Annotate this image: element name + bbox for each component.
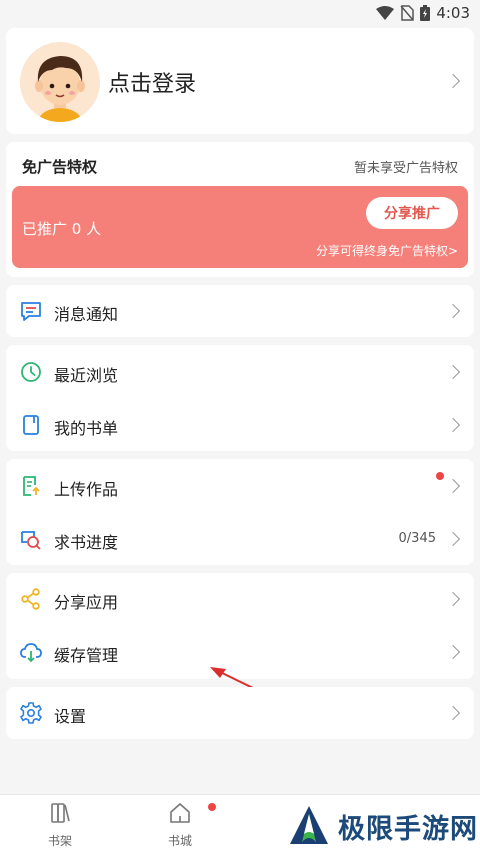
chevron-right-icon bbox=[445, 644, 461, 660]
share-icon bbox=[21, 588, 40, 610]
promo-hint-link[interactable]: 分享可得终身免广告特权> bbox=[316, 242, 458, 259]
menu-label: 消息通知 bbox=[54, 305, 119, 324]
menu-item-request-progress[interactable]: 求书进度 0/345 bbox=[6, 513, 474, 565]
message-icon bbox=[21, 302, 41, 321]
nav-label: 书城 bbox=[167, 834, 192, 848]
nav-bookstore[interactable]: 书城 bbox=[150, 801, 210, 849]
book-icon bbox=[23, 415, 39, 435]
home-icon bbox=[170, 803, 190, 823]
gear-icon bbox=[20, 702, 42, 724]
battery-icon bbox=[420, 5, 431, 21]
request-progress-value: 0/345 bbox=[398, 531, 436, 546]
ad-free-title: 免广告特权 bbox=[22, 158, 98, 176]
watermark-logo-icon bbox=[290, 805, 328, 844]
menu-item-messages[interactable]: 消息通知 bbox=[6, 285, 474, 337]
chevron-right-icon bbox=[445, 531, 461, 547]
menu-group-works: 上传作品 求书进度 0/345 bbox=[6, 459, 474, 565]
menu-label: 我的书单 bbox=[54, 419, 119, 438]
menu-label: 上传作品 bbox=[54, 480, 119, 499]
chevron-right-icon bbox=[445, 364, 461, 380]
chevron-right-icon bbox=[445, 591, 461, 607]
share-promote-button[interactable]: 分享推广 bbox=[366, 197, 458, 229]
menu-item-settings[interactable]: 设置 bbox=[6, 687, 474, 739]
status-time: 4:03 bbox=[436, 4, 470, 22]
status-bar: 4:03 bbox=[0, 0, 480, 26]
avatar[interactable] bbox=[20, 42, 100, 122]
clock-icon bbox=[21, 362, 41, 382]
profile-card[interactable]: 点击登录 bbox=[6, 28, 474, 134]
nav-label: 书架 bbox=[47, 834, 72, 848]
watermark-text: 极限手游网 bbox=[338, 814, 478, 845]
menu-item-upload[interactable]: 上传作品 bbox=[6, 460, 474, 512]
chevron-right-icon bbox=[445, 705, 461, 721]
menu-label: 最近浏览 bbox=[54, 366, 119, 385]
menu-item-recent[interactable]: 最近浏览 bbox=[6, 346, 474, 398]
ad-free-status: 暂未享受广告特权 bbox=[353, 161, 458, 176]
promo-banner[interactable]: 已推广 0 人 分享推广 分享可得终身免广告特权> bbox=[12, 186, 468, 268]
menu-group-messages: 消息通知 bbox=[6, 285, 474, 337]
bookshelf-icon bbox=[51, 803, 70, 823]
wifi-icon bbox=[376, 6, 395, 20]
cloud-download-icon bbox=[20, 643, 42, 663]
chevron-right-icon bbox=[445, 73, 461, 89]
menu-label: 求书进度 bbox=[54, 533, 119, 552]
promoted-count: 已推广 0 人 bbox=[22, 220, 102, 238]
no-sim-icon bbox=[400, 5, 415, 21]
watermark: 极限手游网 bbox=[286, 800, 480, 853]
menu-group-settings: 设置 bbox=[6, 687, 474, 739]
menu-label: 设置 bbox=[54, 707, 87, 726]
ad-free-card: 免广告特权 暂未享受广告特权 已推广 0 人 分享推广 分享可得终身免广告特权> bbox=[6, 142, 474, 277]
menu-item-share-app[interactable]: 分享应用 bbox=[6, 573, 474, 625]
chevron-right-icon bbox=[445, 478, 461, 494]
nav-bookshelf[interactable]: 书架 bbox=[30, 801, 90, 849]
notification-dot bbox=[208, 803, 216, 811]
notification-dot bbox=[436, 472, 444, 480]
menu-group-reading: 最近浏览 我的书单 bbox=[6, 345, 474, 451]
login-label[interactable]: 点击登录 bbox=[108, 66, 196, 98]
menu-label: 缓存管理 bbox=[54, 646, 119, 665]
upload-document-icon bbox=[23, 476, 40, 496]
search-request-icon bbox=[21, 531, 41, 550]
menu-item-my-booklist[interactable]: 我的书单 bbox=[6, 399, 474, 451]
chevron-right-icon bbox=[445, 303, 461, 319]
chevron-right-icon bbox=[445, 417, 461, 433]
menu-label: 分享应用 bbox=[54, 593, 119, 612]
